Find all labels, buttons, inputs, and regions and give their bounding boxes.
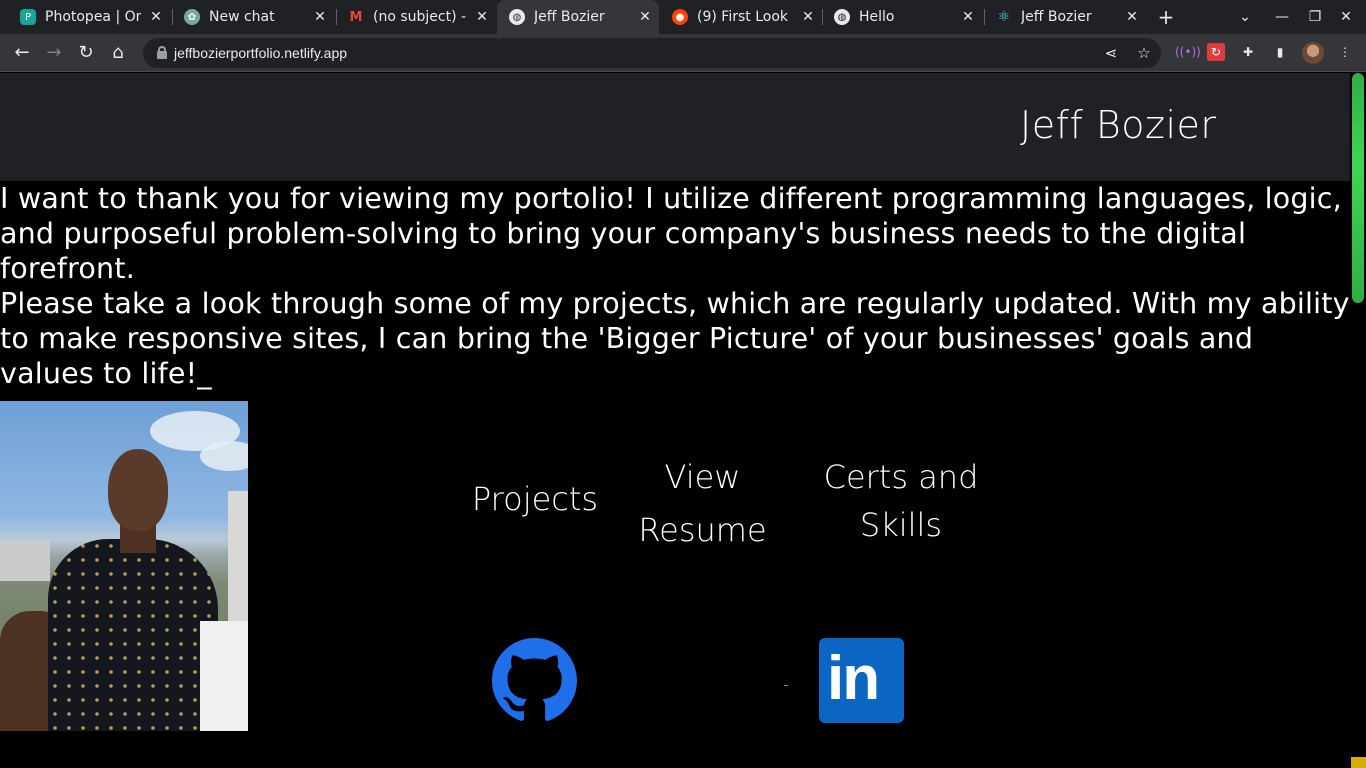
profile-photo bbox=[0, 401, 248, 731]
tab-jeff-bozier-react[interactable]: ⚛ Jeff Bozier ✕ bbox=[984, 0, 1146, 34]
home-icon[interactable]: ⌂ bbox=[107, 42, 129, 64]
tab-title: Jeff Bozier bbox=[534, 9, 605, 25]
tab-new-chat[interactable]: ✿ New chat ✕ bbox=[172, 0, 334, 34]
tab-jeff-bozier-active[interactable]: ◍ Jeff Bozier ✕ bbox=[497, 0, 659, 34]
menu-kebab-icon[interactable]: ⋮ bbox=[1336, 43, 1354, 61]
nav-resume-link[interactable]: View Resume bbox=[625, 451, 780, 557]
extension-radio-icon[interactable]: ((•)) bbox=[1175, 43, 1201, 61]
close-icon[interactable]: ✕ bbox=[800, 9, 816, 25]
photopea-icon: P bbox=[20, 9, 36, 25]
hidden-link-marker[interactable] bbox=[784, 685, 788, 686]
page-content: Jeff Bozier I want to thank you for view… bbox=[0, 73, 1350, 768]
globe-icon: ◍ bbox=[509, 9, 525, 25]
react-icon: ⚛ bbox=[997, 9, 1011, 25]
back-icon[interactable]: ← bbox=[11, 42, 33, 64]
nav-resume-line2: Resume bbox=[638, 511, 767, 549]
nav-certs-line2: Skills bbox=[859, 506, 943, 544]
browser-toolbar: ← → ↻ ⌂ jeffbozierportfolio.netlify.app … bbox=[0, 34, 1366, 72]
tab-title: Hello bbox=[859, 9, 895, 25]
reddit-icon: ● bbox=[672, 9, 688, 25]
address-bar[interactable]: jeffbozierportfolio.netlify.app ⋖ ☆ bbox=[143, 38, 1161, 68]
scrollbar-thumb[interactable] bbox=[1352, 73, 1364, 303]
url-text[interactable]: jeffbozierportfolio.netlify.app bbox=[174, 45, 347, 61]
site-title: Jeff Bozier bbox=[1020, 103, 1217, 147]
intro-paragraph-1: I want to thank you for viewing my porto… bbox=[0, 182, 1342, 285]
globe-icon: ◍ bbox=[834, 9, 850, 25]
window-close-icon[interactable]: ✕ bbox=[1336, 7, 1356, 27]
site-header: Jeff Bozier bbox=[0, 73, 1350, 181]
side-panel-icon[interactable]: ▮ bbox=[1271, 43, 1289, 61]
minimize-icon[interactable]: — bbox=[1272, 7, 1292, 27]
profile-avatar[interactable] bbox=[1302, 42, 1324, 64]
nav-projects-link[interactable]: Projects bbox=[460, 473, 610, 526]
bookmark-star-icon[interactable]: ☆ bbox=[1135, 44, 1153, 62]
extensions-puzzle-icon[interactable]: ✚ bbox=[1239, 43, 1257, 61]
intro-text: I want to thank you for viewing my porto… bbox=[0, 181, 1350, 391]
linkedin-icon[interactable]: in bbox=[819, 638, 904, 723]
lock-icon[interactable] bbox=[157, 46, 167, 59]
tab-gmail[interactable]: M (no subject) - j ✕ bbox=[336, 0, 496, 34]
close-icon[interactable]: ✕ bbox=[960, 9, 976, 25]
new-tab-button[interactable]: + bbox=[1156, 7, 1176, 27]
gmail-icon: M bbox=[349, 9, 363, 25]
scrollbar-corner bbox=[1351, 757, 1366, 768]
linkedin-logo-text: in bbox=[827, 644, 880, 713]
close-icon[interactable]: ✕ bbox=[312, 9, 328, 25]
tab-title: (9) First Look a bbox=[697, 9, 793, 25]
nav-certs-line1: Certs and bbox=[823, 458, 979, 496]
nav-certs-link[interactable]: Certs and Skills bbox=[815, 453, 987, 549]
close-icon[interactable]: ✕ bbox=[637, 9, 653, 25]
share-icon[interactable]: ⋖ bbox=[1102, 44, 1120, 62]
tab-title: (no subject) - j bbox=[373, 9, 469, 25]
github-icon[interactable] bbox=[492, 638, 577, 723]
tab-photopea[interactable]: P Photopea | Online ✕ bbox=[8, 0, 170, 34]
tab-reddit[interactable]: ● (9) First Look a ✕ bbox=[660, 0, 822, 34]
tab-title: Photopea | Online bbox=[45, 9, 141, 25]
reload-icon[interactable]: ↻ bbox=[75, 42, 97, 64]
close-icon[interactable]: ✕ bbox=[148, 9, 164, 25]
extension-red-icon[interactable]: ↻ bbox=[1207, 43, 1225, 61]
page-scrollbar[interactable] bbox=[1350, 73, 1366, 768]
forward-icon[interactable]: → bbox=[43, 42, 65, 64]
restore-icon[interactable]: ❐ bbox=[1305, 7, 1325, 27]
tab-strip: P Photopea | Online ✕ ✿ New chat ✕ M (no… bbox=[0, 0, 1366, 34]
nav-resume-line1: View bbox=[664, 458, 741, 496]
tab-search-chevron-icon[interactable]: ⌄ bbox=[1235, 7, 1255, 27]
chatgpt-icon: ✿ bbox=[184, 9, 200, 25]
tab-title: New chat bbox=[209, 9, 275, 25]
tab-hello[interactable]: ◍ Hello ✕ bbox=[822, 0, 982, 34]
intro-paragraph-2: Please take a look through some of my pr… bbox=[0, 287, 1350, 390]
close-icon[interactable]: ✕ bbox=[474, 9, 490, 25]
tab-title: Jeff Bozier bbox=[1021, 9, 1092, 25]
close-icon[interactable]: ✕ bbox=[1124, 9, 1140, 25]
